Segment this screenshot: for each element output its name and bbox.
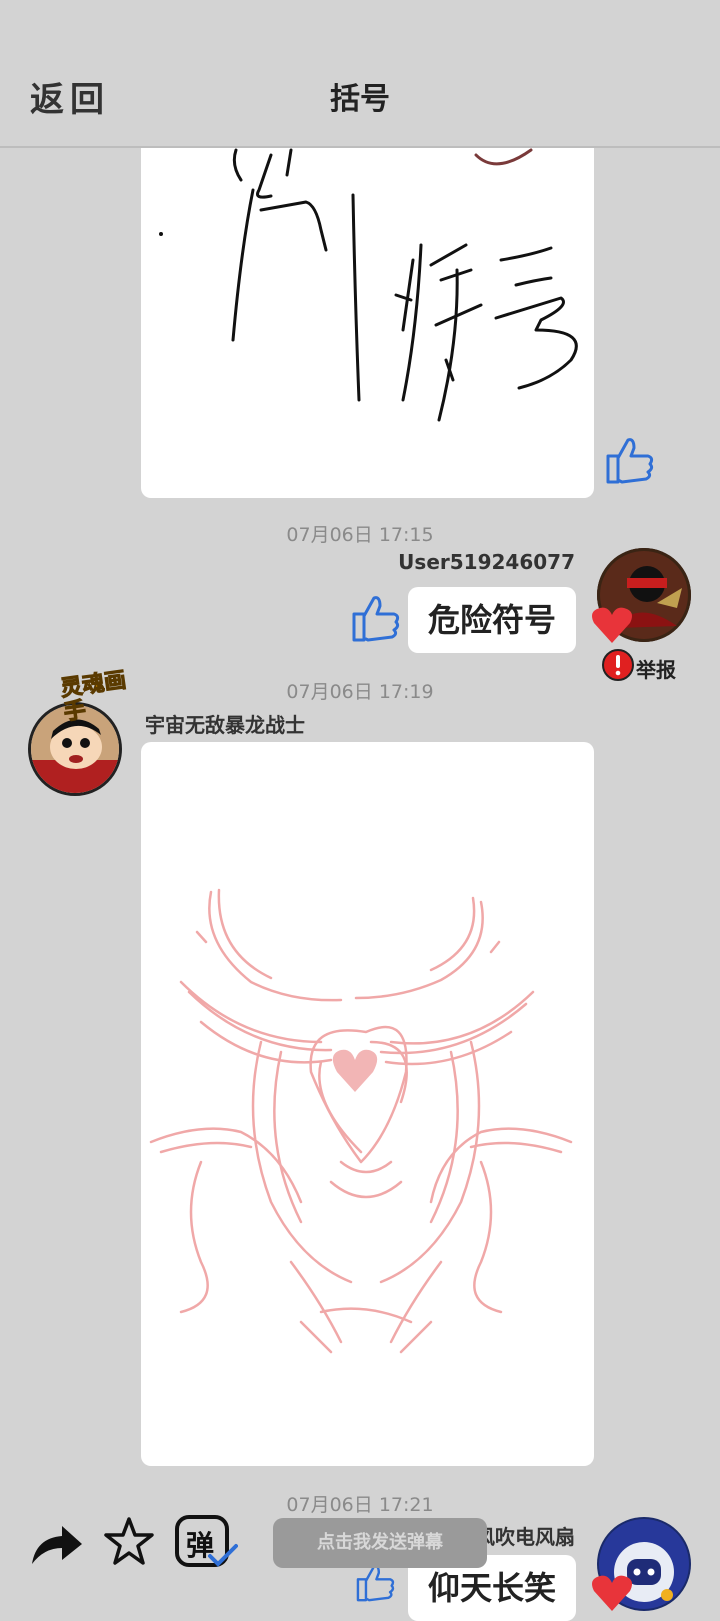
star-icon[interactable]	[102, 1515, 156, 1569]
drawing-image	[159, 148, 578, 422]
page-title: 括号	[330, 82, 390, 117]
danmaku-toggle-icon[interactable]: 弹	[174, 1514, 238, 1572]
danmaku-glyph: 弹	[186, 1529, 215, 1562]
message-timestamp: 07月06日 17:15	[286, 524, 434, 546]
thumbs-up-icon[interactable]	[600, 432, 656, 488]
message-timestamp: 07月06日 17:21	[286, 1494, 434, 1516]
message-username[interactable]: 风吹电风扇	[475, 1521, 575, 1550]
message-username[interactable]: 宇宙无敌暴龙战士	[145, 709, 305, 738]
share-icon[interactable]	[28, 1518, 86, 1568]
heart-icon[interactable]	[590, 605, 634, 645]
avatar-badge: 灵魂画手	[58, 667, 146, 768]
message-username[interactable]: User519246077	[398, 550, 575, 574]
top-bar: 返回 括号	[0, 0, 720, 148]
message-bubble[interactable]: 危险符号	[408, 587, 576, 653]
danmaku-input[interactable]: 点击我发送弹幕	[273, 1518, 487, 1568]
badge-label: 灵魂画手	[58, 667, 128, 726]
drawing-card[interactable]	[141, 120, 594, 498]
drawing-image	[149, 888, 573, 1354]
thumbs-up-icon[interactable]	[346, 590, 402, 646]
drawing-card[interactable]	[141, 742, 594, 1466]
heart-icon[interactable]	[590, 1573, 634, 1613]
